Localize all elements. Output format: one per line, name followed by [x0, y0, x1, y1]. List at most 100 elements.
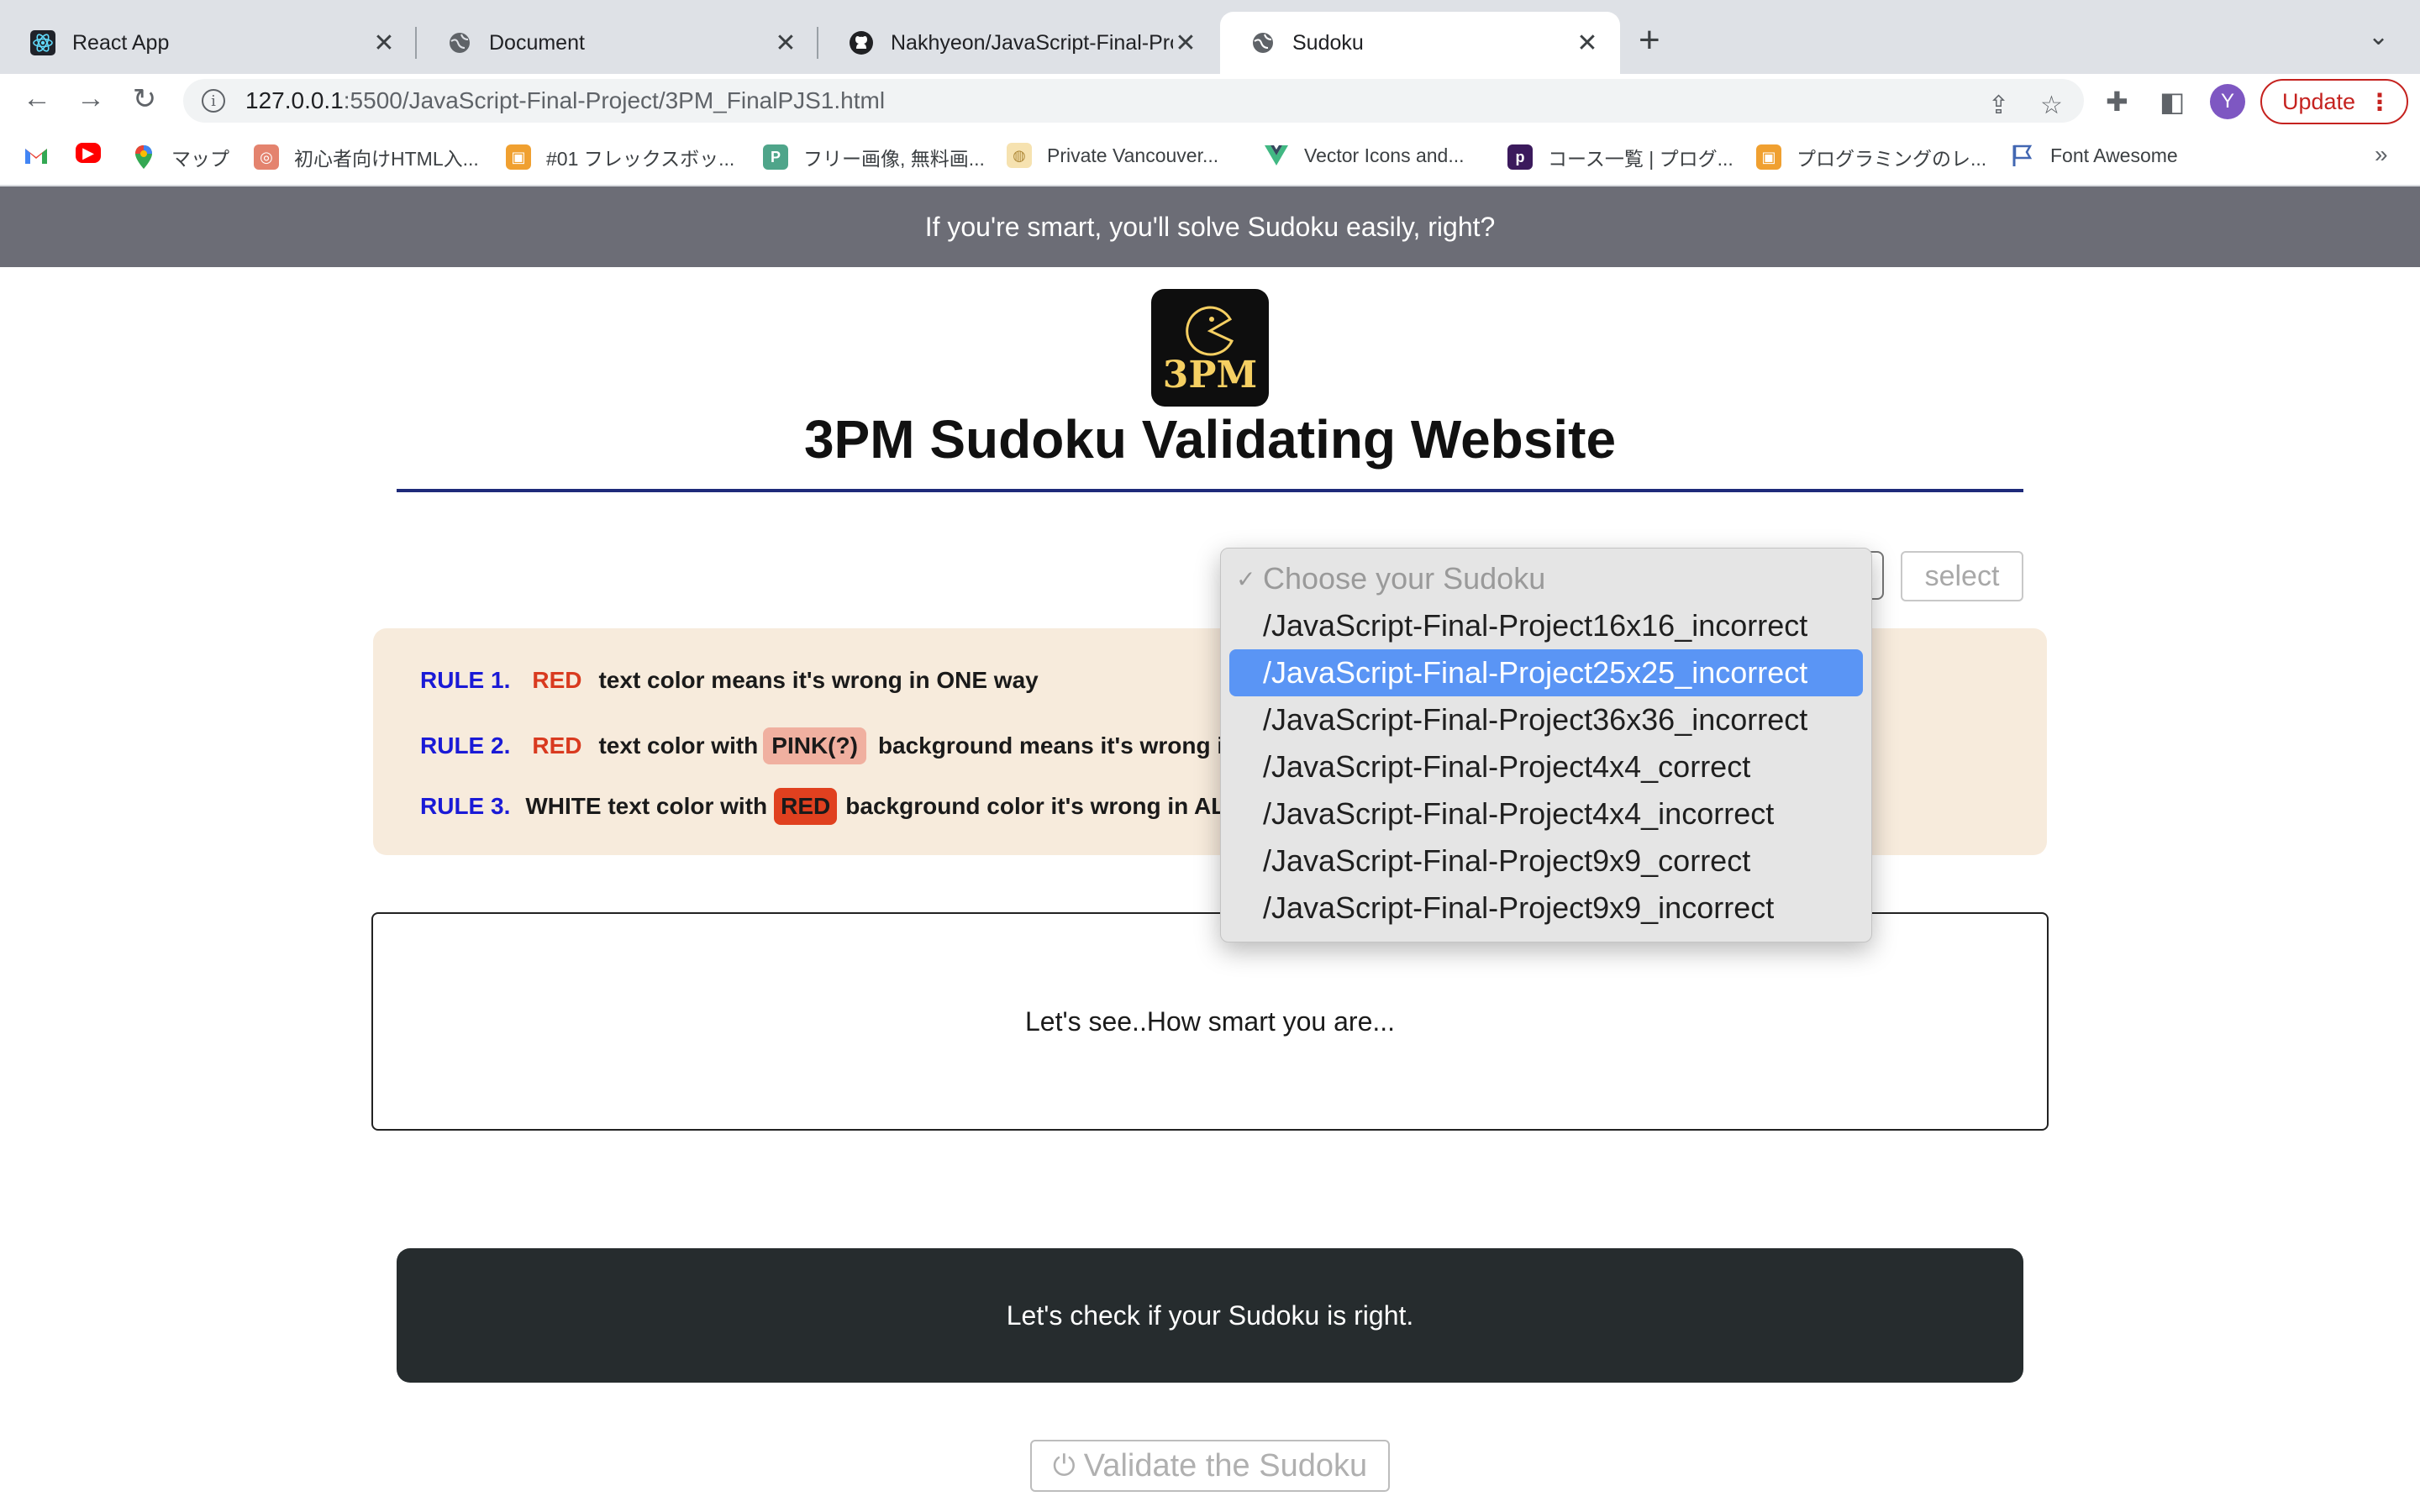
power-icon: ⏻: [1052, 1449, 1076, 1482]
tab-react-app[interactable]: React App ✕: [0, 12, 417, 74]
bookmark-maps[interactable]: マップ: [131, 143, 229, 171]
close-icon[interactable]: ✕: [773, 29, 798, 58]
dropdown-option[interactable]: /JavaScript-Final-Project4x4_correct: [1229, 743, 1863, 790]
bookmark-vector-icons[interactable]: Vector Icons and...: [1264, 143, 1465, 168]
bookmark-label: プログラミングのレ...: [1797, 148, 1987, 170]
bookmark-course-list[interactable]: p コース一覧 | プログ...: [1507, 143, 1733, 171]
option-label: /JavaScript-Final-Project9x9_correct: [1263, 843, 1751, 878]
url-path: :5500/JavaScript-Final-Project/3PM_Final…: [343, 87, 886, 113]
tab-title: Nakhyeon/JavaScript-Final-Pro: [891, 30, 1173, 55]
dropdown-option[interactable]: /JavaScript-Final-Project4x4_incorrect: [1229, 790, 1863, 837]
validate-button[interactable]: ⏻ Validate the Sudoku: [1030, 1440, 1390, 1492]
new-tab-icon[interactable]: +: [1639, 22, 1660, 59]
side-panel-icon[interactable]: ◧: [2160, 86, 2185, 118]
avatar[interactable]: Y: [2210, 84, 2245, 119]
bookmark-font-awesome[interactable]: Font Awesome: [2010, 143, 2178, 168]
share-icon[interactable]: ⇪: [1988, 91, 2009, 120]
back-icon[interactable]: ←: [18, 82, 55, 115]
bookmark-youtube[interactable]: ▶: [76, 143, 116, 163]
close-icon[interactable]: ✕: [371, 29, 397, 58]
bookmark-label: Vector Icons and...: [1304, 144, 1465, 166]
maps-icon: [131, 144, 156, 170]
tab-github[interactable]: Nakhyeon/JavaScript-Final-Pro ✕: [818, 12, 1218, 74]
sudoku-dropdown-list: ✓ Choose your Sudoku /JavaScript-Final-P…: [1220, 548, 1872, 942]
logo: 3PM: [1151, 289, 1269, 407]
bookmark-gmail[interactable]: [24, 143, 64, 168]
bookmark-flexbox[interactable]: ▣ #01 フレックスボッ...: [506, 143, 734, 171]
ubuntu-icon: ◎: [254, 144, 279, 170]
bookmark-programming[interactable]: ▣ プログラミングのレ...: [1756, 143, 1986, 171]
option-label: /JavaScript-Final-Project4x4_correct: [1263, 749, 1751, 784]
address-bar[interactable]: i 127.0.0.1:5500/JavaScript-Final-Projec…: [183, 79, 2084, 123]
bookmarks-bar: ▶ マップ ◎ 初心者向けHTML入... ▣ #01 フレックスボッ... P…: [0, 128, 2420, 186]
rule-text: WHITE text color with: [525, 793, 768, 819]
page-title: 3PM Sudoku Validating Website: [803, 409, 1617, 470]
bookmark-label: コース一覧 | プログ...: [1548, 148, 1733, 170]
dropdown-option[interactable]: /JavaScript-Final-Project36x36_incorrect: [1229, 696, 1863, 743]
globe-icon: [447, 30, 472, 55]
dropdown-placeholder[interactable]: ✓ Choose your Sudoku: [1229, 555, 1863, 602]
rule-text: text color means it's wrong in ONE way: [598, 667, 1039, 693]
pixabay-icon: P: [763, 144, 788, 170]
vue-icon: [1264, 143, 1289, 168]
info-icon[interactable]: i: [202, 89, 225, 113]
forward-icon[interactable]: →: [72, 82, 109, 115]
url-host: 127.0.0.1: [245, 87, 344, 113]
bookmark-label: #01 フレックスボッ...: [546, 148, 735, 170]
option-label: /JavaScript-Final-Project16x16_incorrect: [1263, 608, 1808, 643]
box-icon: ▣: [1756, 144, 1781, 170]
logo-text: 3PM: [1162, 354, 1258, 396]
rule-2: RULE 2. RED text color with PINK(?) back…: [420, 727, 1259, 764]
rule-label: RULE 1.: [420, 667, 511, 693]
close-icon[interactable]: ✕: [1173, 29, 1198, 58]
tab-document[interactable]: Document ✕: [417, 12, 818, 74]
more-icon[interactable]: ⋮: [2368, 88, 2391, 116]
rule-1: RULE 1. RED text color means it's wrong …: [420, 667, 1039, 694]
box-icon: ▣: [506, 144, 531, 170]
option-label: /JavaScript-Final-Project4x4_incorrect: [1263, 796, 1775, 831]
bookmark-label: 初心者向けHTML入...: [294, 148, 479, 170]
option-label: /JavaScript-Final-Project36x36_incorrect: [1263, 702, 1808, 737]
validate-label: Validate the Sudoku: [1083, 1447, 1368, 1483]
bookmark-html-beginner[interactable]: ◎ 初心者向けHTML入...: [254, 143, 479, 171]
option-label: Choose your Sudoku: [1263, 561, 1546, 596]
rule-label: RULE 2.: [420, 732, 511, 759]
red-keyword: RED: [532, 732, 582, 759]
select-button[interactable]: select: [1901, 551, 2023, 601]
bookmark-free-images[interactable]: P フリー画像, 無料画...: [763, 143, 985, 171]
dropdown-option[interactable]: /JavaScript-Final-Project16x16_incorrect: [1229, 602, 1863, 649]
pacman-icon: [1186, 306, 1234, 356]
bookmark-label: フリー画像, 無料画...: [803, 148, 985, 170]
rule-text: background color it's wrong in ALL: [845, 793, 1240, 819]
bookmark-label: Private Vancouver...: [1047, 144, 1219, 166]
tab-sudoku[interactable]: Sudoku ✕: [1220, 12, 1620, 74]
tab-strip: React App ✕ Document ✕ Nakhyeon/JavaScri…: [0, 0, 2420, 74]
update-button[interactable]: Update ⋮: [2260, 79, 2408, 124]
tab-title: Sudoku: [1292, 30, 1364, 55]
dropdown-option-highlighted[interactable]: /JavaScript-Final-Project25x25_incorrect: [1229, 649, 1863, 696]
option-label: /JavaScript-Final-Project25x25_incorrect: [1263, 655, 1808, 690]
result-box: Let's see..How smart you are...: [371, 912, 2049, 1131]
rule-3: RULE 3. WHITE text color with RED backgr…: [420, 788, 1239, 825]
globe-icon: [1250, 30, 1276, 55]
reload-icon[interactable]: ↻: [126, 82, 163, 116]
result-text: Let's see..How smart you are...: [1024, 1005, 1396, 1037]
check-text: Let's check if your Sudoku is right.: [1006, 1299, 1414, 1331]
site-icon: ◍: [1007, 143, 1032, 168]
tab-title: React App: [72, 30, 170, 55]
github-icon: [849, 30, 874, 55]
close-icon[interactable]: ✕: [1575, 29, 1600, 58]
red-badge: RED: [774, 788, 838, 825]
youtube-icon: ▶: [76, 143, 101, 163]
star-icon[interactable]: ☆: [2040, 91, 2063, 120]
tab-title: Document: [489, 30, 585, 55]
chevron-down-icon[interactable]: ⌄: [2368, 22, 2389, 51]
dropdown-option[interactable]: /JavaScript-Final-Project9x9_incorrect: [1229, 885, 1863, 932]
chevron-right-icon[interactable]: »: [2375, 141, 2388, 168]
red-keyword: RED: [532, 667, 582, 693]
extensions-icon[interactable]: ✚: [2106, 86, 2128, 118]
pink-badge: PINK(?): [763, 727, 866, 764]
dropdown-option[interactable]: /JavaScript-Final-Project9x9_correct: [1229, 837, 1863, 885]
bookmark-private-vancouver[interactable]: ◍ Private Vancouver...: [1007, 143, 1218, 168]
rule-text: background means it's wrong in T: [877, 732, 1260, 759]
